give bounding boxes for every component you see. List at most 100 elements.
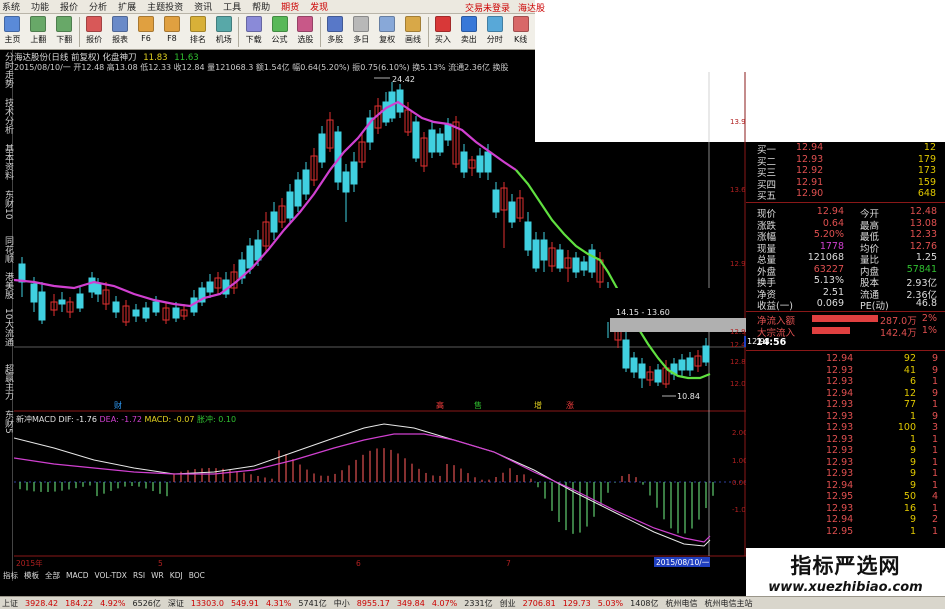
menu-item-futures[interactable]: 期货: [281, 0, 299, 13]
price-axis-label: 12.05: [730, 380, 746, 388]
toolbar-button[interactable]: F6: [135, 16, 158, 49]
toolbar-button[interactable]: F8: [160, 16, 183, 49]
quote-panel: 买一 12.94 12 买二 12.93 179 买三 12.92 173 买四 12.91 159 买…: [746, 142, 945, 552]
toolbar-button[interactable]: 报价: [83, 16, 106, 49]
menu-item[interactable]: 分析: [89, 0, 107, 13]
indicator-tab[interactable]: 指标: [3, 571, 18, 580]
event-marker[interactable]: 高: [436, 400, 444, 410]
toolbar-button[interactable]: 报表: [109, 16, 132, 49]
menu-item[interactable]: 主题投资: [147, 0, 183, 13]
tick-price: 12.94: [826, 353, 854, 364]
x-axis-label: 7: [506, 559, 511, 568]
indicator-tab[interactable]: RSI: [133, 571, 145, 580]
candle-body: [638, 363, 646, 379]
side-tab[interactable]: 10大流通: [0, 308, 13, 346]
menu-item[interactable]: 报价: [60, 0, 78, 13]
menu-item[interactable]: 资讯: [194, 0, 212, 13]
toolbar-button[interactable]: 机场: [212, 16, 235, 49]
toolbar-button-label: 卖出: [460, 35, 477, 44]
toolbar-icon: [189, 16, 206, 32]
toolbar-button-label: 复权: [379, 35, 396, 44]
toolbar-button[interactable]: 多日: [350, 16, 373, 49]
side-tab[interactable]: 东财5: [0, 410, 13, 434]
macd-axis-label: 0.00: [732, 479, 746, 487]
event-marker[interactable]: 售: [474, 400, 482, 410]
toolbar-button[interactable]: 公式: [268, 16, 291, 49]
indicator-tab[interactable]: 全部: [45, 571, 60, 580]
menu-right-item[interactable]: 海达股: [518, 4, 545, 14]
tick-row: 12.93 9 1: [750, 445, 940, 457]
side-tab[interactable]: 技术分析: [0, 98, 13, 134]
status-item: 2706.81: [522, 598, 556, 608]
tick-row: 12.94 9 2: [750, 514, 940, 526]
side-tab[interactable]: 超赢主力: [0, 364, 13, 400]
tick-price: 12.93: [826, 422, 854, 433]
toolbar-separator: [238, 17, 240, 47]
toolbar-button[interactable]: 下载: [242, 16, 265, 49]
status-item: 8955.17: [356, 598, 390, 608]
menu-item[interactable]: 工具: [223, 0, 241, 13]
tick-count: 4: [931, 491, 938, 502]
toolbar-button[interactable]: 主页: [1, 16, 24, 49]
gap-label: 14.15 - 13.60: [616, 308, 670, 317]
side-tab[interactable]: 东财10: [0, 190, 13, 219]
side-tab[interactable]: 同花顺: [0, 236, 13, 263]
flow-value: 142.4万: [880, 327, 917, 339]
indicator-tab[interactable]: 模板: [24, 571, 39, 580]
toolbar-button[interactable]: 选股: [294, 16, 317, 49]
indicator-tab[interactable]: BOC: [189, 571, 205, 580]
toolbar-button[interactable]: 分时: [483, 16, 506, 49]
left-side-tabs: 分时走势技术分析基本资料东财10 同花顺港美股 10大流通超赢主力东财5: [0, 50, 13, 581]
toolbar-separator: [319, 17, 321, 47]
toolbar-button-label: K线: [514, 35, 528, 44]
side-tab[interactable]: 分时走势: [0, 52, 13, 88]
macd-value: 新冲MACD: [16, 414, 56, 424]
toolbar-button[interactable]: 复权: [376, 16, 399, 49]
indicator-tab[interactable]: KDJ: [170, 571, 183, 580]
candle-body: [508, 201, 516, 223]
event-marker[interactable]: 涨: [566, 400, 574, 410]
flow-row: 净流入额 287.0万 2%: [750, 313, 940, 327]
toolbar-button[interactable]: K线: [509, 16, 532, 49]
event-marker[interactable]: 增: [534, 400, 542, 410]
toolbar-button[interactable]: 上翻: [27, 16, 50, 49]
quote-value: 5.20%: [813, 229, 844, 240]
indicator-tab[interactable]: MACD: [66, 571, 88, 580]
candle-body: [572, 257, 580, 273]
indicator-tab[interactable]: WR: [151, 571, 164, 580]
toolbar-button[interactable]: 买入: [431, 16, 454, 49]
toolbar-icon: [434, 16, 451, 32]
kline-chart[interactable]: 24.42 10.84 14.15 - 13.60 13.9 13.69 12.96 12.…: [14, 72, 746, 580]
toolbar-button[interactable]: 画线: [402, 16, 425, 49]
tick-count: 9: [931, 410, 938, 422]
tick-count: 1: [931, 525, 938, 537]
side-tab[interactable]: 基本资料: [0, 144, 13, 180]
menu-item-discover[interactable]: 发现: [310, 0, 328, 13]
gap-band: [610, 318, 746, 332]
toolbar-button[interactable]: 排名: [186, 16, 209, 49]
candle-body: [94, 283, 102, 295]
toolbar-button[interactable]: 下翻: [53, 16, 76, 49]
menu-item[interactable]: 帮助: [252, 0, 270, 13]
flow-pct: 2%: [921, 313, 937, 324]
toolbar-button[interactable]: 多股: [324, 16, 347, 49]
indicator-tab[interactable]: VOL-TDX: [94, 571, 126, 580]
toolbar-button-label: 多日: [353, 35, 370, 44]
toolbar-button[interactable]: 卖出: [457, 16, 480, 49]
tick-count: 9: [931, 353, 938, 364]
side-tab[interactable]: 港美股: [0, 272, 13, 299]
candle-body: [286, 191, 294, 219]
menu-item[interactable]: 系统: [2, 0, 20, 13]
high-price-label: 24.42: [392, 75, 415, 84]
menu-item[interactable]: 功能: [31, 0, 49, 13]
tick-price: 12.93: [826, 364, 854, 376]
tick-row: 12.93 9 1: [750, 457, 940, 469]
tick-row: 12.93 41 9: [750, 365, 940, 377]
tick-row: 12.93 9 1: [750, 468, 940, 480]
status-item: 3928.42: [25, 598, 59, 608]
event-marker[interactable]: 财: [114, 400, 122, 410]
tick-volume: 92: [903, 353, 916, 364]
price-axis-label: 12.48: [730, 341, 746, 349]
menu-right-item[interactable]: 交易未登录: [465, 4, 510, 14]
menu-item[interactable]: 扩展: [118, 0, 136, 13]
